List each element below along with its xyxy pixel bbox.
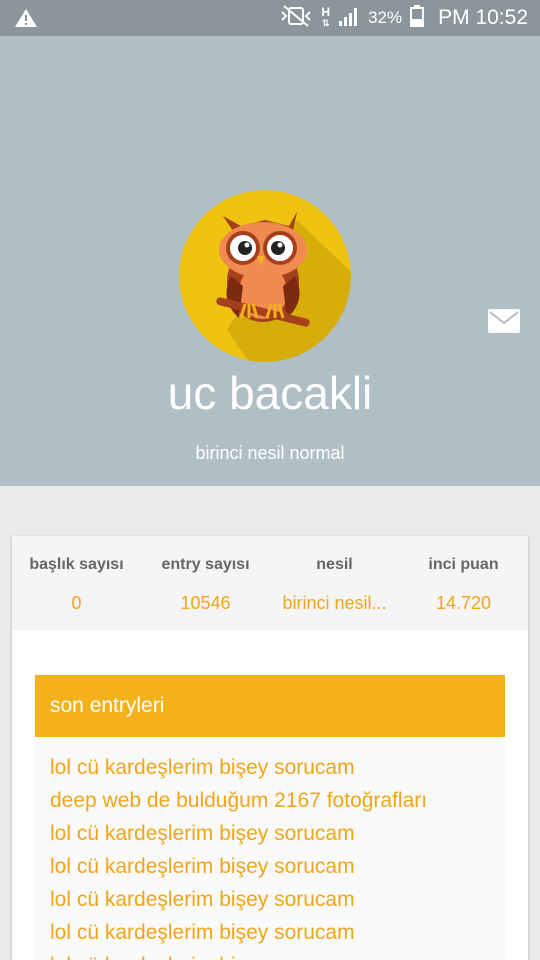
clock: PM 10:52 bbox=[438, 6, 528, 29]
stat-label: başlık sayısı bbox=[29, 556, 124, 573]
entry-link[interactable]: deep web de bulduğum 2167 fotoğrafları bbox=[50, 784, 490, 817]
stat-label: entry sayısı bbox=[161, 556, 250, 573]
stat-inci-points: inci puan 14.720 bbox=[399, 536, 528, 630]
stat-label: nesil bbox=[316, 556, 353, 573]
profile-username: uc bacakli bbox=[167, 367, 373, 419]
warning-icon bbox=[14, 8, 38, 33]
entry-link[interactable]: lol cü kardeşlerim bişey sorucam bbox=[50, 850, 490, 883]
battery-icon bbox=[410, 4, 425, 32]
status-bar: H ⇅ 32% PM 10:52 bbox=[0, 0, 540, 36]
entry-link[interactable]: lol cü kardeşlerim bişey sorucam bbox=[50, 751, 490, 784]
vibrate-mute-icon bbox=[279, 4, 313, 32]
stat-entry-count: entry sayısı 10546 bbox=[141, 536, 270, 630]
entry-link[interactable]: lol cü kardeşlerim bişey sorucam bbox=[50, 817, 490, 850]
stat-value: 14.720 bbox=[435, 593, 492, 613]
profile-card: başlık sayısı 0 entry sayısı 10546 nesil… bbox=[12, 536, 528, 960]
network-type-icon: H ⇅ bbox=[321, 5, 331, 28]
stat-label: inci puan bbox=[428, 556, 499, 573]
profile-header: uc bacakli birinci nesil normal bbox=[0, 36, 540, 486]
signal-icon bbox=[338, 5, 360, 32]
profile-generation: birinci nesil normal bbox=[195, 443, 345, 463]
stat-value: 0 bbox=[71, 593, 82, 613]
recent-entries-title: son entryleri bbox=[35, 675, 505, 737]
owl-avatar-icon bbox=[179, 190, 351, 362]
status-right: H ⇅ 32% PM 10:52 bbox=[279, 0, 528, 36]
network-type-label: H bbox=[321, 5, 331, 19]
stat-value: 10546 bbox=[180, 593, 231, 613]
stats-row: başlık sayısı 0 entry sayısı 10546 nesil… bbox=[12, 536, 528, 630]
stat-generation: nesil birinci nesil... bbox=[270, 536, 399, 630]
mail-icon[interactable] bbox=[488, 309, 520, 338]
battery-percent: 32% bbox=[368, 8, 403, 27]
recent-entries-list: lol cü kardeşlerim bişey sorucam deep we… bbox=[35, 737, 505, 960]
entry-link[interactable]: lol cü kardeşlerim bişey sorucam bbox=[50, 949, 490, 960]
stat-value: birinci nesil... bbox=[282, 593, 387, 613]
entry-link[interactable]: lol cü kardeşlerim bişey sorucam bbox=[50, 916, 490, 949]
recent-entries-section: son entryleri lol cü kardeşlerim bişey s… bbox=[35, 675, 505, 960]
entry-link[interactable]: lol cü kardeşlerim bişey sorucam bbox=[50, 883, 490, 916]
stat-topic-count: başlık sayısı 0 bbox=[12, 536, 141, 630]
